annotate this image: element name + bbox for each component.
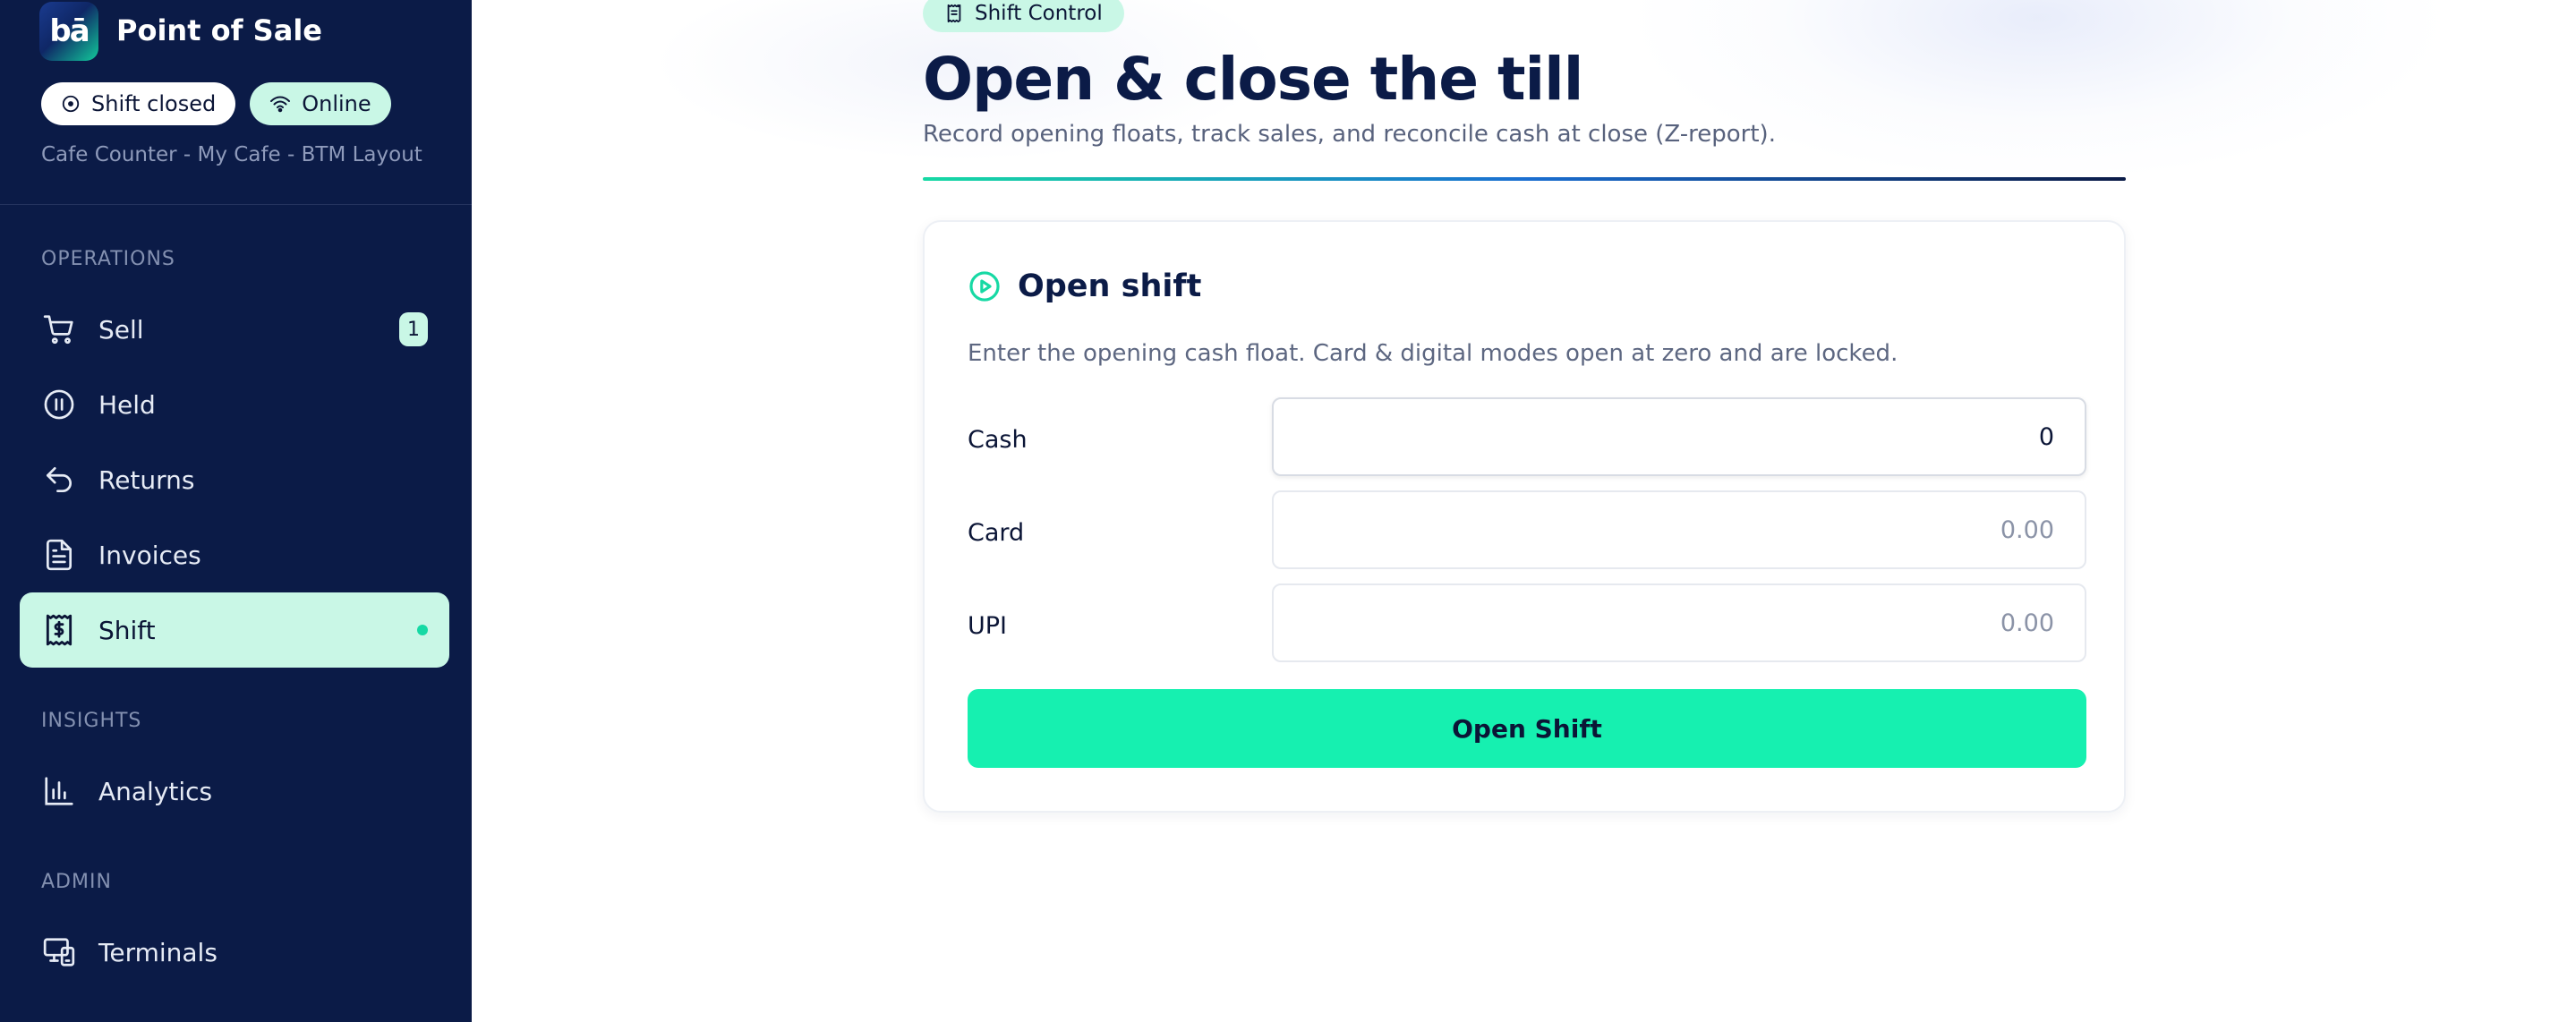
clock-icon (62, 95, 80, 113)
sidebar-divider (0, 204, 472, 205)
sidebar-item-label: Sell (98, 314, 144, 345)
sidebar-item-label: Analytics (98, 776, 213, 806)
sidebar-item-sell[interactable]: Sell 1 (20, 292, 449, 367)
card-title: Open shift (1018, 268, 1202, 304)
card-label: Card (968, 519, 1025, 547)
sidebar-item-label: Returns (98, 464, 195, 495)
shift-status-badge[interactable]: Shift closed (41, 82, 236, 125)
undo-icon (41, 462, 77, 498)
app-logo: bā (39, 2, 98, 61)
location-label: Cafe Counter - My Cafe - BTM Layout (41, 143, 422, 166)
sidebar-item-shift[interactable]: Shift (20, 592, 449, 668)
pause-icon (41, 387, 77, 422)
cash-label: Cash (968, 426, 1028, 454)
open-shift-button[interactable]: Open Shift (968, 689, 2086, 768)
sidebar-item-returns[interactable]: Returns (20, 442, 449, 517)
brand[interactable]: bā Point of Sale (39, 0, 322, 61)
cash-input[interactable] (1272, 397, 2086, 476)
cart-icon (41, 311, 77, 347)
shift-status-label: Shift closed (91, 91, 217, 116)
sidebar-item-label: Shift (98, 615, 156, 645)
title-underline (923, 177, 2126, 181)
sidebar-item-invoices[interactable]: Invoices (20, 517, 449, 592)
play-circle-icon (969, 271, 1000, 302)
cart-count-badge: 1 (399, 312, 428, 346)
page-subtitle: Record opening floats, track sales, and … (923, 121, 1776, 148)
document-icon (41, 537, 77, 573)
sidebar: bā Point of Sale Shift closed Online Caf… (0, 0, 472, 1022)
app-title: Point of Sale (116, 13, 322, 47)
network-status-badge[interactable]: Online (250, 82, 391, 125)
background-glow (1635, 0, 2441, 179)
bar-chart-icon (41, 773, 77, 809)
section-tag-label: Shift Control (975, 2, 1103, 25)
section-tag: Shift Control (923, 0, 1124, 32)
wifi-icon (270, 96, 291, 113)
sidebar-item-terminals[interactable]: Terminals (20, 915, 449, 990)
receipt-icon (947, 4, 961, 23)
active-indicator-dot (417, 625, 428, 635)
sidebar-item-held[interactable]: Held (20, 367, 449, 442)
sidebar-item-label: Held (98, 389, 156, 420)
main-content: Shift Control Open & close the till Reco… (472, 0, 2576, 1022)
upi-input[interactable] (1272, 583, 2086, 662)
section-operations: OPERATIONS (41, 248, 175, 270)
sidebar-item-label: Terminals (98, 937, 218, 967)
card-input[interactable] (1272, 490, 2086, 569)
sidebar-item-analytics[interactable]: Analytics (20, 754, 449, 829)
devices-icon (41, 934, 77, 970)
sidebar-item-label: Invoices (98, 540, 201, 570)
section-admin: ADMIN (41, 871, 112, 893)
page-title: Open & close the till (923, 45, 1583, 114)
upi-label: UPI (968, 612, 1008, 640)
status-pills: Shift closed Online (41, 82, 391, 125)
open-shift-card: Open shift Enter the opening cash float.… (923, 220, 2126, 813)
card-description: Enter the opening cash float. Card & dig… (968, 340, 1898, 367)
receipt-dollar-icon (41, 612, 77, 648)
section-insights: INSIGHTS (41, 710, 142, 732)
network-status-label: Online (302, 91, 371, 116)
card-header: Open shift (968, 268, 1201, 304)
